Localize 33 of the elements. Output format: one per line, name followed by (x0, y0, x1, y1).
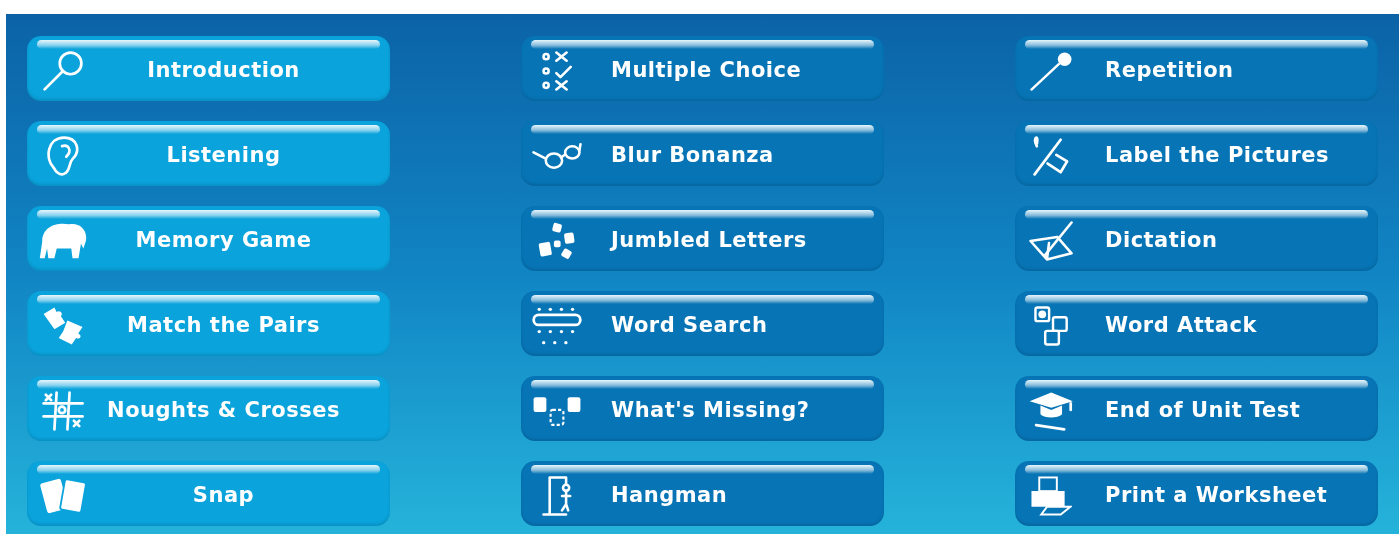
scattered-tiles-icon (537, 220, 577, 261)
menu-button[interactable]: Listening (27, 121, 390, 186)
menu-button[interactable]: Dictation (1015, 206, 1378, 271)
grid-icon (41, 390, 85, 431)
cards-icon (38, 475, 88, 516)
menu-button[interactable]: Multiple Choice (521, 36, 884, 101)
printer-icon (1030, 475, 1072, 516)
menu-button[interactable]: Noughts & Crosses (27, 376, 390, 441)
checklist-icon (541, 50, 573, 91)
menu-button[interactable]: Print a Worksheet (1015, 461, 1378, 526)
menu-button[interactable]: What's Missing? (521, 376, 884, 441)
microphone-icon (1029, 50, 1073, 91)
gallows-icon (542, 475, 572, 516)
menu-button[interactable]: Blur Bonanza (521, 121, 884, 186)
ear-icon (47, 135, 79, 176)
menu-button[interactable]: Hangman (521, 461, 884, 526)
search-icon (43, 50, 83, 91)
book-pen-icon (1028, 220, 1074, 261)
letter-grid-icon (532, 305, 582, 346)
puzzle-icon (41, 305, 85, 346)
graduation-cap-icon (1027, 390, 1075, 431)
menu-button[interactable]: Repetition (1015, 36, 1378, 101)
menu-button[interactable]: Word Attack (1015, 291, 1378, 356)
menu-button[interactable]: Snap (27, 461, 390, 526)
tiles-icon (1033, 305, 1069, 346)
menu-button[interactable]: Label the Pictures (1015, 121, 1378, 186)
menu-button[interactable]: Word Search (521, 291, 884, 356)
menu-button[interactable]: Introduction (27, 36, 390, 101)
menu-button[interactable]: Memory Game (27, 206, 390, 271)
pencil-icon (1033, 135, 1069, 176)
menu-button[interactable]: Jumbled Letters (521, 206, 884, 271)
menu-button[interactable]: Match the Pairs (27, 291, 390, 356)
menu-button[interactable]: End of Unit Test (1015, 376, 1378, 441)
